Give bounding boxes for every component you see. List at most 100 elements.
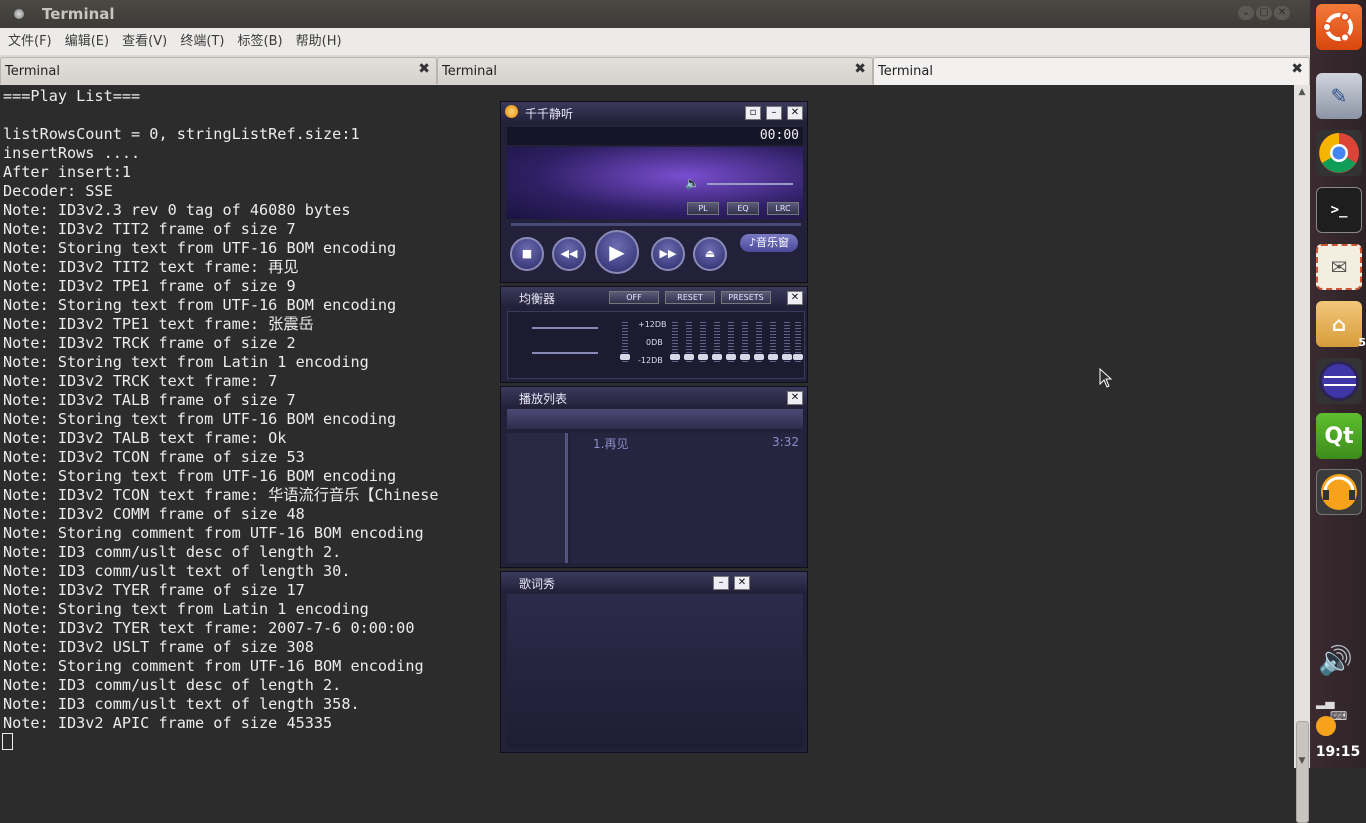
eclipse-launcher[interactable]	[1316, 358, 1362, 404]
playlist-close-icon[interactable]: ✕	[787, 391, 803, 405]
balance-slider[interactable]	[532, 327, 598, 329]
db-high-label: +12DB	[638, 320, 667, 329]
scroll-down-icon[interactable]: ▼	[1294, 754, 1310, 768]
terminal-line: After insert:1	[3, 163, 132, 181]
eq-band-slider[interactable]	[698, 322, 708, 362]
list-item[interactable]: 1.再见 3:32	[593, 435, 799, 451]
network-icon[interactable]: ▂▄	[1316, 695, 1334, 709]
window-menu-icon[interactable]	[14, 9, 24, 19]
terminal-line: Note: Storing comment from UTF-16 BOM en…	[3, 657, 424, 675]
next-button[interactable]: ▶▶	[651, 237, 685, 271]
lrc-button[interactable]: LRC	[767, 202, 799, 215]
tab-close-icon[interactable]: ✖	[418, 61, 430, 77]
tab-terminal-3[interactable]: Terminal ✖	[873, 57, 1310, 85]
ttplayer-tray-icon[interactable]	[1316, 716, 1336, 736]
terminal-line: Note: Storing text from Latin 1 encoding	[3, 353, 369, 371]
playlist-splitter[interactable]	[565, 433, 568, 563]
tab-terminal-1[interactable]: Terminal ✖	[0, 57, 437, 84]
eclipse-icon	[1319, 361, 1359, 401]
chrome-icon	[1319, 133, 1359, 173]
play-button[interactable]: ▶	[595, 230, 639, 274]
player-time: 00:00	[759, 128, 799, 143]
terminal-line: Note: ID3v2 USLT frame of size 308	[3, 638, 314, 656]
terminal-launcher[interactable]: >_	[1316, 187, 1362, 233]
lyrics-minimize-icon[interactable]: –	[713, 576, 729, 590]
text-editor-launcher[interactable]: ✎	[1316, 73, 1362, 119]
terminal-line: Note: ID3 comm/uslt desc of length 2.	[3, 543, 342, 561]
minimize-button[interactable]: ⌄	[1238, 6, 1254, 20]
music-window-button[interactable]: ♪音乐窗	[740, 234, 798, 252]
player-minimize-icon[interactable]: –	[766, 106, 782, 120]
qt-creator-launcher[interactable]: Qt	[1316, 413, 1362, 459]
menu-tabs[interactable]: 标签(B)	[230, 28, 283, 55]
terminal-scrollbar[interactable]: ▲ ▼	[1294, 85, 1310, 823]
terminal-line: Note: ID3v2 TCON text frame: 华语流行音乐【Chin…	[3, 486, 439, 504]
open-file-button[interactable]: ⏏	[693, 237, 727, 271]
eq-band-slider[interactable]	[782, 322, 792, 362]
eq-band-slider[interactable]	[793, 322, 803, 362]
scrollbar-thumb[interactable]	[1296, 721, 1309, 823]
eq-band-slider[interactable]	[754, 322, 764, 362]
menu-edit[interactable]: 编辑(E)	[57, 28, 109, 55]
terminal-line: Note: Storing text from Latin 1 encoding	[3, 600, 369, 618]
eq-band-slider[interactable]	[670, 322, 680, 362]
clock[interactable]: 19:15	[1310, 744, 1366, 760]
home-folder-launcher[interactable]: ⌂ 5	[1316, 301, 1366, 349]
eq-band-slider[interactable]	[768, 322, 778, 362]
terminal-line: Note: ID3v2 TPE1 text frame: 张震岳	[3, 315, 314, 333]
pl-button[interactable]: PL	[687, 202, 719, 215]
terminal-line: Note: ID3v2 COMM frame of size 48	[3, 505, 305, 523]
eq-preamp-slider[interactable]	[620, 322, 630, 362]
menu-help[interactable]: 帮助(H)	[288, 28, 342, 55]
eq-band-slider[interactable]	[740, 322, 750, 362]
player-mini-icon[interactable]: ▫	[745, 106, 761, 120]
volume-icon[interactable]: 🔈	[685, 176, 700, 190]
terminal-line: Note: ID3v2 TPE1 frame of size 9	[3, 277, 296, 295]
mail-launcher[interactable]: ✉	[1316, 244, 1362, 290]
volume-tray-icon[interactable]: 🔊	[1318, 644, 1353, 677]
terminal-line: Note: ID3v2 TYER text frame: 2007-7-6 0:…	[3, 619, 415, 637]
menu-view[interactable]: 查看(V)	[114, 28, 167, 55]
tab-terminal-2[interactable]: Terminal ✖	[437, 57, 873, 84]
equalizer-close-icon[interactable]: ✕	[787, 291, 803, 305]
tab-close-icon[interactable]: ✖	[854, 61, 866, 77]
ubuntu-dash-button[interactable]	[1316, 4, 1362, 50]
terminal-line: Note: Storing text from UTF-16 BOM encod…	[3, 410, 397, 428]
chrome-launcher[interactable]	[1316, 130, 1362, 176]
menu-bar: 文件(F) 编辑(E) 查看(V) 终端(T) 标签(B) 帮助(H)	[0, 28, 1310, 56]
ttplayer-launcher[interactable]	[1316, 469, 1362, 515]
terminal-line: Note: Storing text from UTF-16 BOM encod…	[3, 296, 397, 314]
tab-label: Terminal	[442, 64, 497, 79]
terminal-line: Note: ID3v2 TRCK frame of size 2	[3, 334, 296, 352]
volume-slider[interactable]	[707, 183, 793, 185]
eq-band-slider[interactable]	[712, 322, 722, 362]
home-folder-badge: 5	[1358, 336, 1366, 349]
close-window-button[interactable]: ✕	[1274, 6, 1290, 20]
eq-reset-button[interactable]: RESET	[665, 291, 715, 304]
eq-band-slider[interactable]	[726, 322, 736, 362]
eq-band-slider[interactable]	[684, 322, 694, 362]
maximize-button[interactable]: ▢	[1256, 6, 1272, 20]
lyrics-close-icon[interactable]: ✕	[734, 576, 750, 590]
terminal-line: Note: ID3 comm/uslt text of length 30.	[3, 562, 351, 580]
stop-button[interactable]: ■	[510, 237, 544, 271]
menu-terminal[interactable]: 终端(T)	[172, 28, 224, 55]
terminal-line: insertRows ....	[3, 144, 141, 162]
player-close-icon[interactable]: ✕	[787, 106, 803, 120]
lyrics-panel: 歌词秀 – ✕	[500, 571, 808, 753]
terminal-line: Note: ID3v2 APIC frame of size 45335	[3, 714, 333, 732]
terminal-line: Note: Storing text from UTF-16 BOM encod…	[3, 239, 397, 257]
lyrics-titlebar: 歌词秀 – ✕	[501, 572, 807, 592]
eq-button[interactable]: EQ	[727, 202, 759, 215]
surround-slider[interactable]	[532, 352, 598, 354]
terminal-line: listRowsCount = 0, stringListRef.size:1	[3, 125, 360, 143]
previous-button[interactable]: ◀◀	[552, 237, 586, 271]
equalizer-panel: 均衡器 OFF RESET PRESETS ✕ +12DB 0DB -12DB	[500, 286, 808, 383]
seek-bar[interactable]	[511, 223, 801, 226]
menu-file[interactable]: 文件(F)	[0, 28, 52, 55]
window-titlebar: Terminal ⌄ ▢ ✕	[0, 0, 1310, 28]
scroll-up-icon[interactable]: ▲	[1294, 85, 1310, 99]
eq-presets-button[interactable]: PRESETS	[721, 291, 771, 304]
eq-off-button[interactable]: OFF	[609, 291, 659, 304]
tab-close-icon[interactable]: ✖	[1291, 61, 1303, 77]
